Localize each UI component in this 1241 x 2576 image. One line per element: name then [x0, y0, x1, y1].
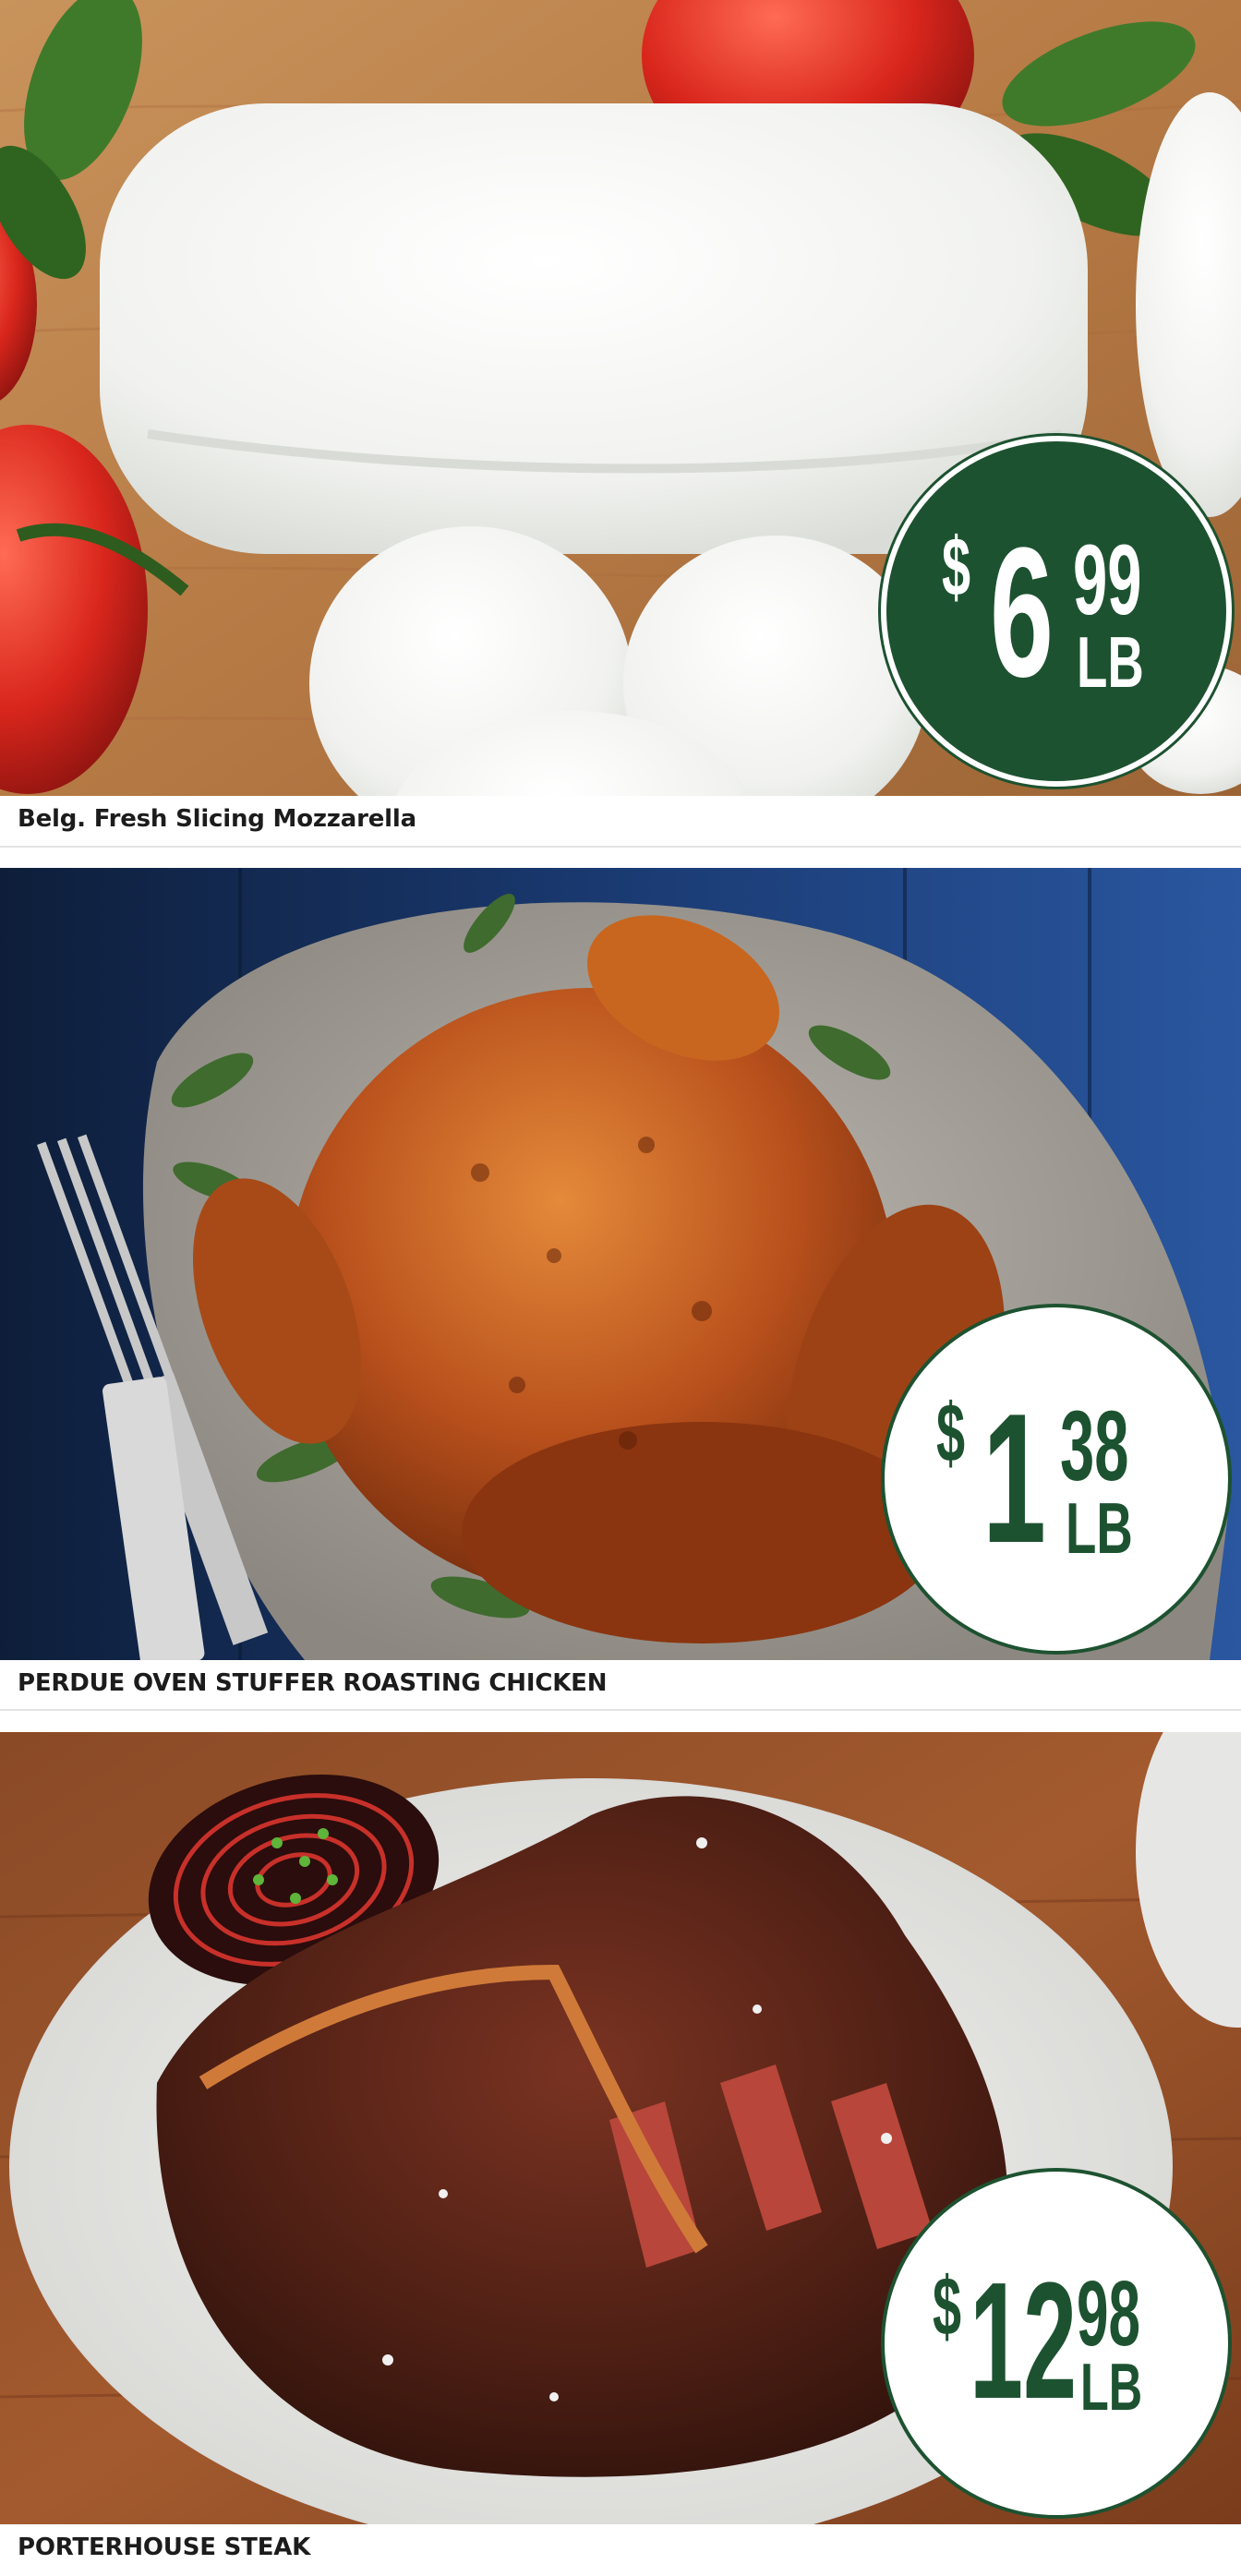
price-currency: $ — [933, 2261, 962, 2353]
price-dollars: 6 — [990, 510, 1054, 716]
price-cents: 98 — [1077, 2262, 1140, 2365]
product-name[interactable]: Belg. Fresh Slicing Mozzarella — [18, 805, 416, 833]
product-card-porterhouse[interactable]: $ 12 98 LB PORTERHOUSE STEAK — [0, 1732, 1241, 2576]
price-cents: 99 — [1073, 524, 1142, 635]
price-badge: $ 1 38 LB — [881, 1304, 1232, 1655]
price-dollars: 1 — [982, 1376, 1046, 1582]
divider — [0, 1709, 1241, 1711]
price-cents: 38 — [1060, 1390, 1129, 1501]
price-currency: $ — [942, 522, 971, 614]
divider — [0, 846, 1241, 848]
product-card-mozzarella[interactable]: $ 6 99 LB Belg. Fresh Slicing Mozzarella — [0, 0, 1241, 859]
price-unit: LB — [1080, 2351, 1143, 2425]
price-unit: LB — [1077, 621, 1144, 703]
price-currency: $ — [936, 1388, 966, 1480]
price-unit: LB — [1066, 1487, 1133, 1569]
price-badge: $ 12 98 LB — [881, 2168, 1232, 2519]
product-name[interactable]: PERDUE OVEN STUFFER ROASTING CHICKEN — [18, 1669, 607, 1697]
product-name[interactable]: PORTERHOUSE STEAK — [18, 2534, 310, 2561]
price-dollars: 12 — [970, 2248, 1078, 2434]
product-card-chicken[interactable]: $ 1 38 LB PERDUE OVEN STUFFER ROASTING C… — [0, 868, 1241, 1715]
price-badge: $ 6 99 LB — [881, 436, 1232, 787]
